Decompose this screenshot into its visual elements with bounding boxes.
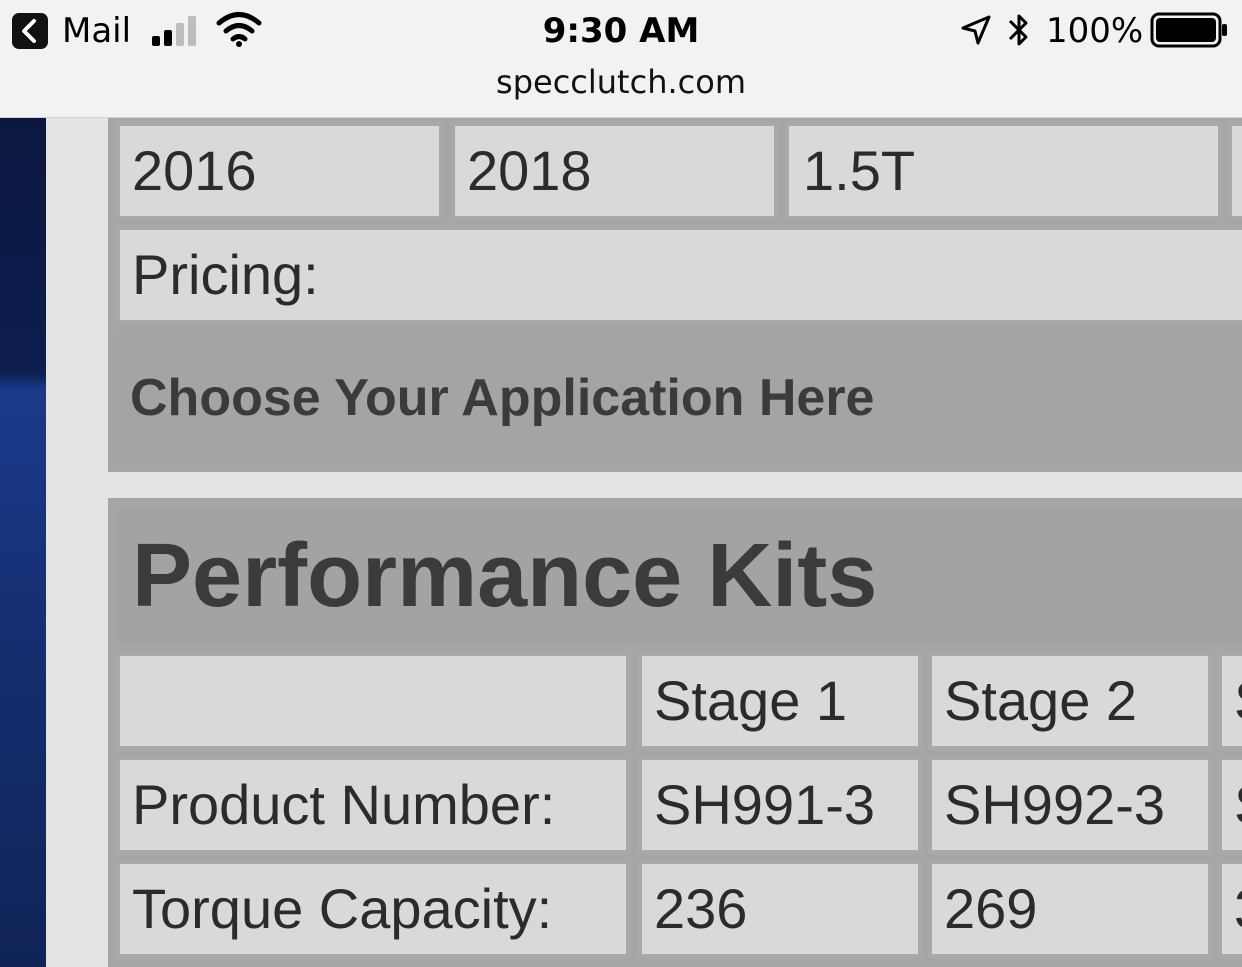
page-content: 2016 2018 1.5T Pricing: Choose Your Appl…: [46, 118, 1242, 967]
torque-capacity-label: Torque Capacity:: [116, 860, 630, 958]
table-header-stage3-partial: S: [1218, 652, 1242, 750]
page-background-strip: [0, 118, 46, 967]
address-bar-url[interactable]: specclutch.com: [0, 63, 1242, 101]
table-header-stage1: Stage 1: [638, 652, 922, 750]
battery-percent: 100%: [1046, 11, 1144, 51]
bluetooth-icon: [1008, 14, 1028, 46]
performance-kits-panel: Performance Kits Stage 1 Stage 2 S Produ…: [108, 498, 1242, 967]
next-cell-partial: [1228, 122, 1242, 220]
engine-cell: 1.5T: [785, 122, 1222, 220]
product-number-label: Product Number:: [116, 756, 630, 854]
status-bar: Mail 9:30 AM 100% specclutch.com: [0, 0, 1242, 118]
product-number-stage1[interactable]: SH991-3: [638, 756, 922, 854]
torque-capacity-stage3-partial: 3: [1218, 860, 1242, 958]
product-number-stage2[interactable]: SH992-3: [928, 756, 1212, 854]
table-header-stage2: Stage 2: [928, 652, 1212, 750]
pricing-row: Pricing:: [116, 226, 1242, 324]
year-start-cell: 2016: [116, 122, 443, 220]
location-arrow-icon: [961, 15, 991, 45]
year-end-cell: 2018: [451, 122, 778, 220]
product-number-stage3-partial[interactable]: S: [1218, 756, 1242, 854]
table-header-empty: [116, 652, 630, 750]
torque-capacity-stage2: 269: [928, 860, 1212, 958]
application-panel: 2016 2018 1.5T Pricing: Choose Your Appl…: [108, 118, 1242, 472]
performance-kits-title: Performance Kits: [116, 508, 1242, 644]
torque-capacity-stage1: 236: [638, 860, 922, 958]
battery-icon: [1150, 12, 1227, 48]
choose-application-button[interactable]: Choose Your Application Here: [116, 332, 1242, 464]
